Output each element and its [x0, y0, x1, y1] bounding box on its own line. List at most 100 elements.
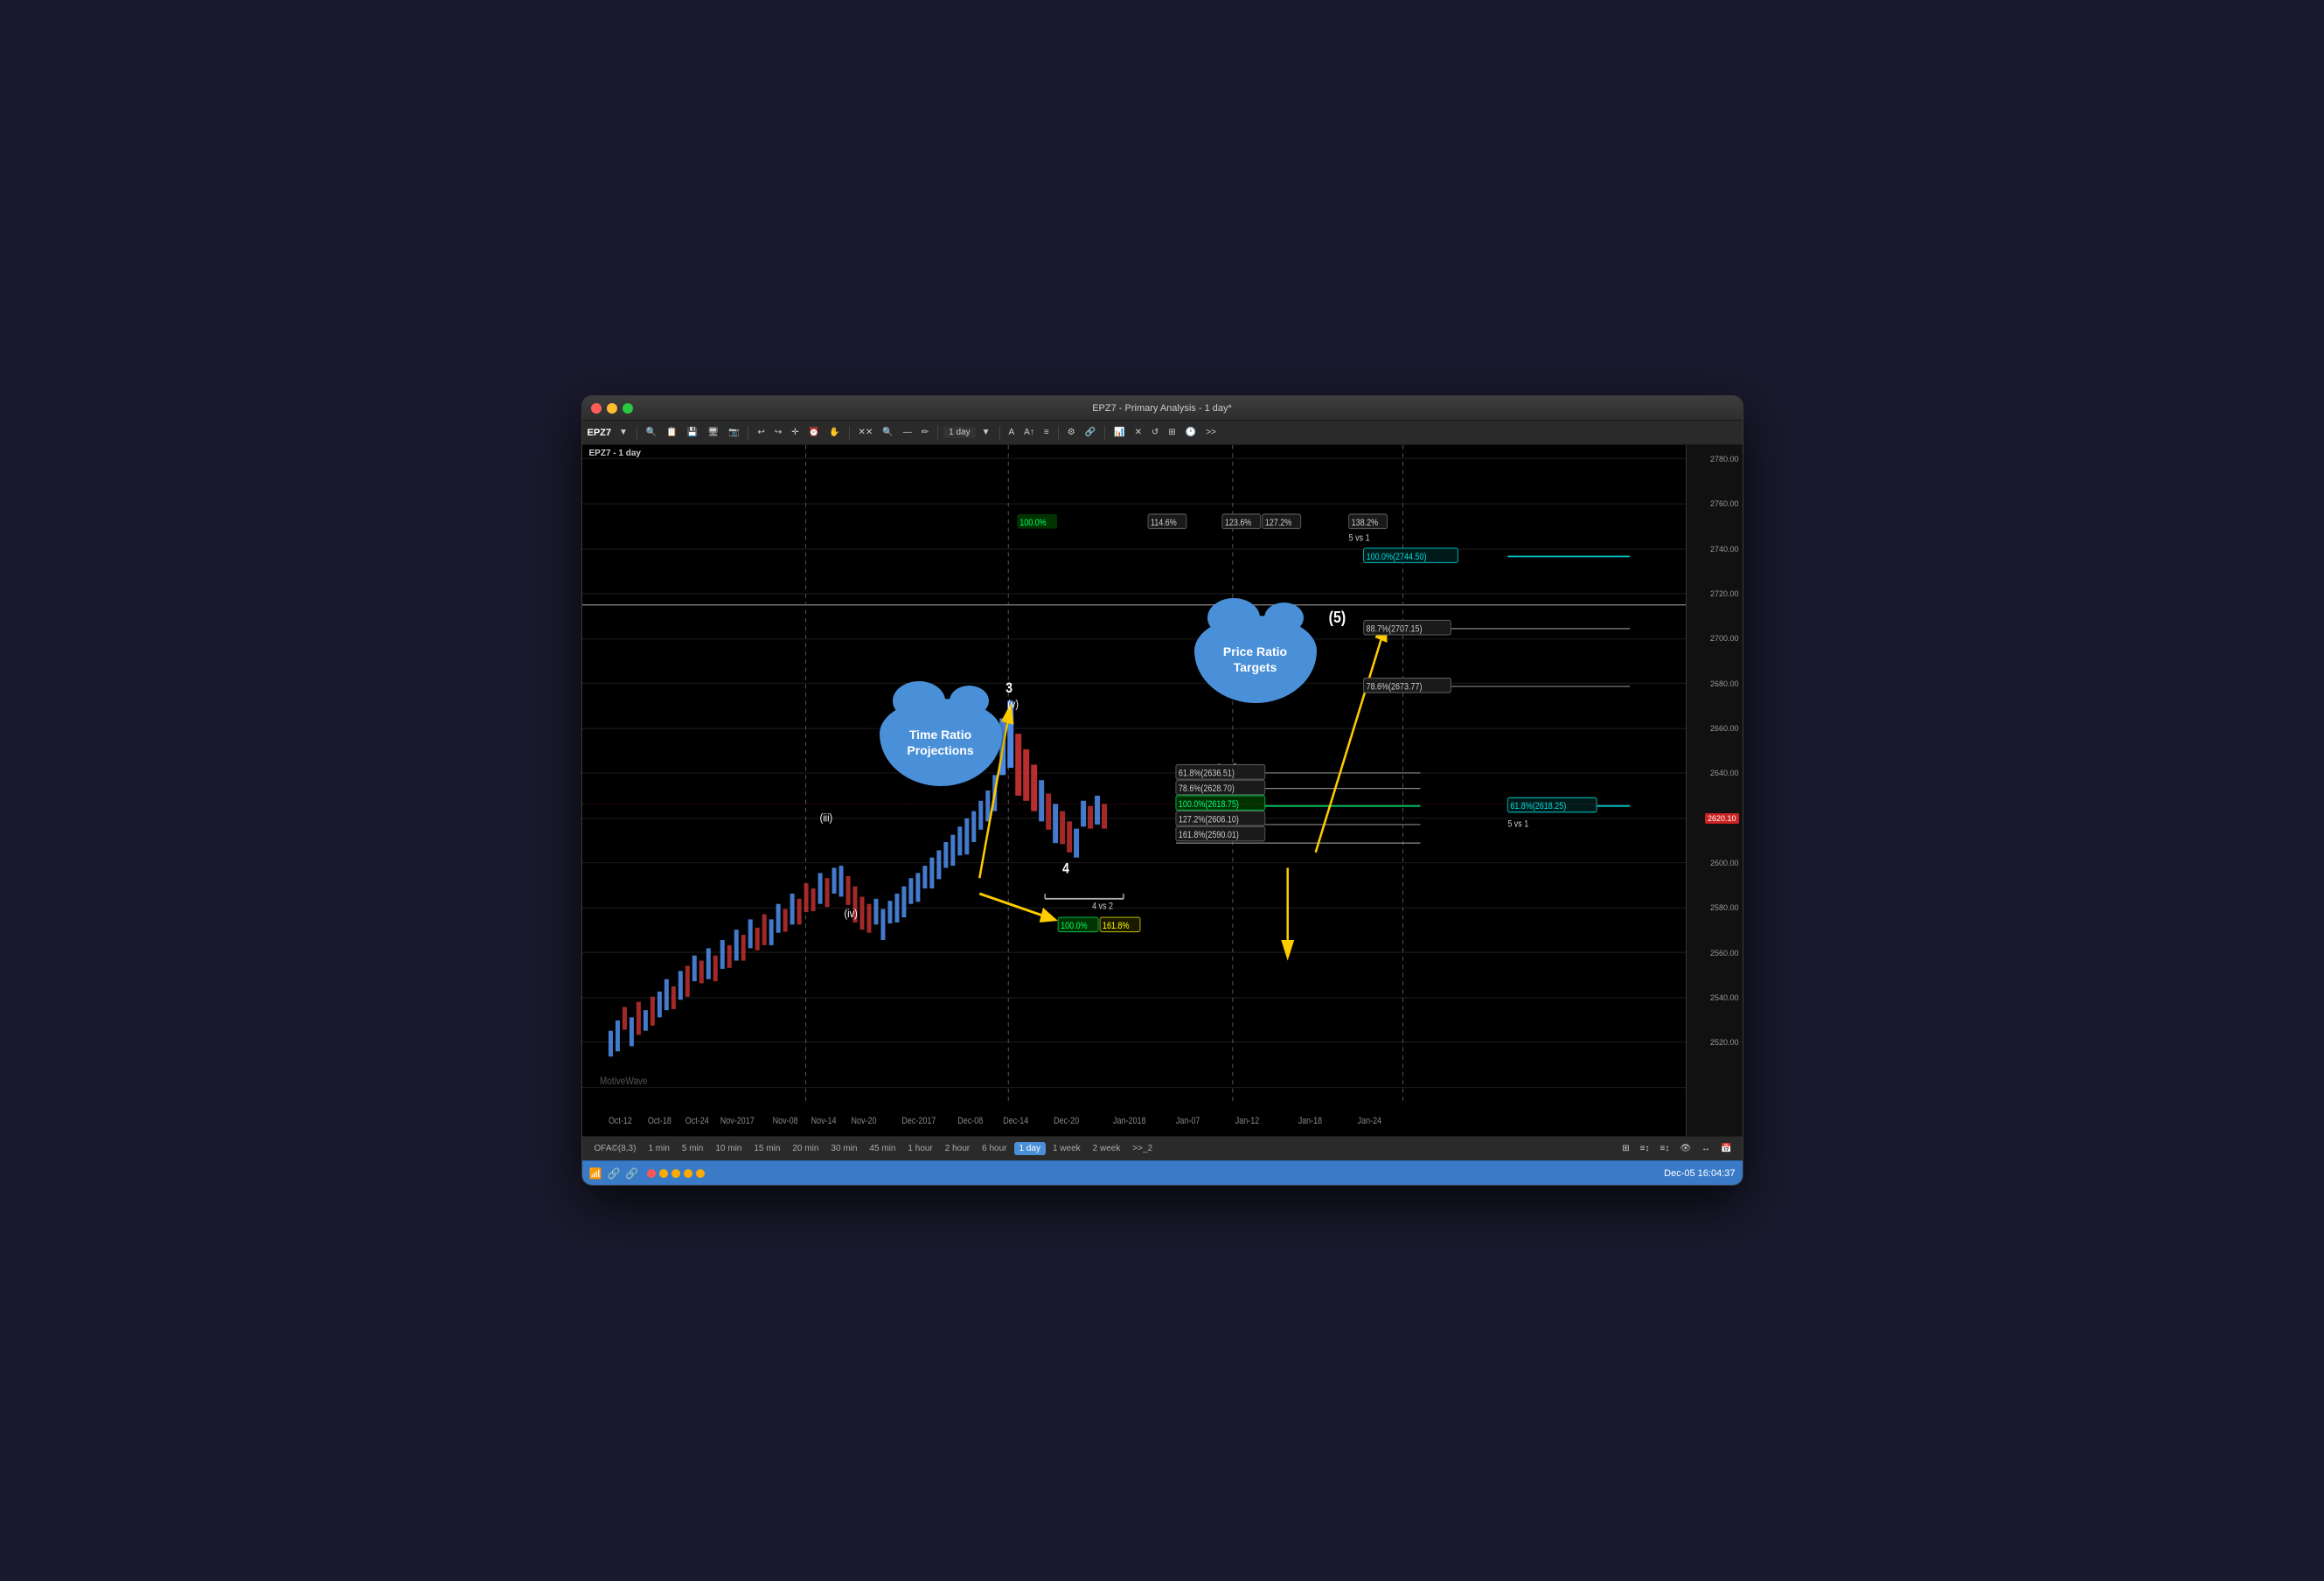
symbol-dropdown[interactable]: ▼: [616, 427, 631, 438]
refresh-btn[interactable]: ↺: [1148, 427, 1162, 438]
dot-4: [684, 1169, 692, 1178]
cross-btn[interactable]: ✕✕: [855, 427, 877, 438]
separator-3: [849, 426, 850, 440]
tf-15min[interactable]: 15 min: [748, 1142, 785, 1155]
link-btn[interactable]: 🔗: [1082, 427, 1099, 438]
svg-text:(v): (v): [1007, 698, 1019, 711]
font-up-btn[interactable]: A↑: [1020, 427, 1038, 438]
dot-2: [659, 1169, 668, 1178]
window-title: EPZ7 - Primary Analysis - 1 day*: [1092, 403, 1232, 414]
tf-1week[interactable]: 1 week: [1047, 1142, 1086, 1155]
svg-text:78.6%(2673.77): 78.6%(2673.77): [1366, 682, 1422, 693]
bar-chart-btn[interactable]: 📊: [1110, 427, 1128, 438]
pen-btn[interactable]: ✏: [918, 427, 932, 438]
lines-btn[interactable]: ≡: [1040, 427, 1053, 438]
camera-btn[interactable]: 📷: [725, 427, 742, 438]
tf-10min[interactable]: 10 min: [710, 1142, 747, 1155]
separator-6: [1058, 426, 1059, 440]
hand-btn[interactable]: ✋: [825, 427, 843, 438]
svg-text:Jan-24: Jan-24: [1357, 1116, 1381, 1126]
svg-text:Jan-18: Jan-18: [1298, 1116, 1322, 1126]
undo-btn[interactable]: ↩: [754, 427, 768, 438]
zoom-btn[interactable]: 🔍: [643, 427, 660, 438]
clock-btn[interactable]: 🕐: [1182, 427, 1200, 438]
time-ratio-label: Time RatioProjections: [907, 727, 973, 758]
traffic-lights: [591, 403, 633, 414]
separator-7: [1104, 426, 1105, 440]
screen-btn[interactable]: 🖥: [704, 427, 722, 438]
close-button[interactable]: [591, 403, 602, 414]
tf-1hour[interactable]: 1 hour: [902, 1142, 937, 1155]
price-ratio-label: Price RatioTargets: [1223, 644, 1287, 675]
tf-30min[interactable]: 30 min: [825, 1142, 862, 1155]
svg-text:161.8%(2590.01): 161.8%(2590.01): [1178, 831, 1238, 841]
svg-text:100.0%(2744.50): 100.0%(2744.50): [1366, 552, 1426, 562]
svg-text:Dec-20: Dec-20: [1054, 1116, 1079, 1126]
price-2680: 2680.00: [1710, 679, 1739, 688]
tf-2week[interactable]: 2 week: [1088, 1142, 1126, 1155]
symbol-label[interactable]: EPZ7: [588, 428, 612, 438]
svg-text:88.7%(2707.15): 88.7%(2707.15): [1366, 624, 1422, 635]
svg-text:Dec-14: Dec-14: [1003, 1116, 1028, 1126]
svg-text:Oct-24: Oct-24: [685, 1116, 708, 1126]
link-icon: 🔗: [607, 1167, 620, 1180]
tf-2hour[interactable]: 2 hour: [940, 1142, 975, 1155]
fit-btn[interactable]: ↔: [1698, 1143, 1714, 1154]
tf-more[interactable]: >>_2: [1127, 1142, 1158, 1155]
title-bar: EPZ7 - Primary Analysis - 1 day*: [582, 396, 1743, 421]
price-2600: 2600.00: [1710, 859, 1739, 867]
tf-6hour[interactable]: 6 hour: [977, 1142, 1012, 1155]
more-btn[interactable]: >>: [1202, 427, 1220, 438]
svg-text:100.0%: 100.0%: [1019, 518, 1047, 528]
eye-btn[interactable]: 👁: [1676, 1143, 1694, 1154]
font-btn[interactable]: A: [1005, 427, 1019, 438]
price-2520: 2520.00: [1710, 1038, 1739, 1047]
svg-text:Jan-12: Jan-12: [1235, 1116, 1258, 1126]
chart-svg: Oct-12 Oct-18 Oct-24 Nov-2017 Nov-08 Nov…: [582, 445, 1686, 1136]
minimize-button[interactable]: [607, 403, 617, 414]
toolbar: EPZ7 ▼ 🔍 📋 💾 🖥 📷 ↩ ↪ ✛ ⏰ ✋ ✕✕ 🔍 — ✏ 1 da…: [582, 421, 1743, 445]
redo-btn[interactable]: ↪: [771, 427, 785, 438]
price-2560: 2560.00: [1710, 949, 1739, 958]
tf-20min[interactable]: 20 min: [787, 1142, 824, 1155]
tf-45min[interactable]: 45 min: [864, 1142, 901, 1155]
tf-dropdown[interactable]: ▼: [978, 427, 994, 438]
svg-text:138.2%: 138.2%: [1351, 518, 1378, 528]
save-btn[interactable]: 💾: [684, 427, 701, 438]
svg-text:4: 4: [1062, 860, 1069, 876]
svg-text:78.6%(2628.70): 78.6%(2628.70): [1178, 784, 1234, 795]
price-2700: 2700.00: [1710, 634, 1739, 643]
cal-btn[interactable]: 📅: [1717, 1143, 1735, 1154]
alarm-btn[interactable]: ⏰: [805, 427, 823, 438]
layout-btn[interactable]: ⊞: [1618, 1143, 1632, 1154]
tf-5min[interactable]: 5 min: [677, 1142, 708, 1155]
line-btn[interactable]: —: [900, 427, 915, 438]
zoom-minus-btn[interactable]: 🔍: [879, 427, 896, 438]
price-axis: 2780.00 2760.00 2740.00 2720.00 2700.00 …: [1686, 445, 1743, 1136]
maximize-button[interactable]: [623, 403, 633, 414]
table-btn[interactable]: ⊞: [1165, 427, 1179, 438]
tf-1day[interactable]: 1 day: [1014, 1142, 1046, 1155]
price-2640: 2640.00: [1710, 769, 1739, 777]
tf-1min[interactable]: 1 min: [643, 1142, 674, 1155]
copy-btn[interactable]: 📋: [663, 427, 680, 438]
svg-text:Dec-2017: Dec-2017: [901, 1116, 936, 1126]
price-2720: 2720.00: [1710, 589, 1739, 598]
svg-text:Dec-08: Dec-08: [957, 1116, 983, 1126]
svg-text:(iv): (iv): [844, 907, 857, 920]
dot-1: [647, 1169, 656, 1178]
chart-area: EPZ7 - 1 day 2780.00 2760.00 2740.00 272…: [582, 445, 1743, 1136]
separator-5: [999, 426, 1000, 440]
timeframe-selector[interactable]: 1 day: [943, 427, 975, 438]
cursor-btn[interactable]: ✛: [788, 427, 802, 438]
close-x-btn[interactable]: ✕: [1131, 427, 1145, 438]
svg-text:Oct-12: Oct-12: [608, 1116, 631, 1126]
separator-4: [937, 426, 938, 440]
svg-text:127.2%(2606.10): 127.2%(2606.10): [1178, 815, 1238, 825]
filter-btn[interactable]: ≡↕: [1657, 1143, 1673, 1154]
settings-btn[interactable]: ⚙: [1064, 427, 1079, 438]
svg-text:5 vs 1: 5 vs 1: [1507, 819, 1528, 830]
svg-text:114.6%: 114.6%: [1150, 518, 1176, 528]
tf-ofa[interactable]: OFA©(8,3): [589, 1142, 642, 1155]
sort-btn[interactable]: ≡↕: [1637, 1143, 1653, 1154]
